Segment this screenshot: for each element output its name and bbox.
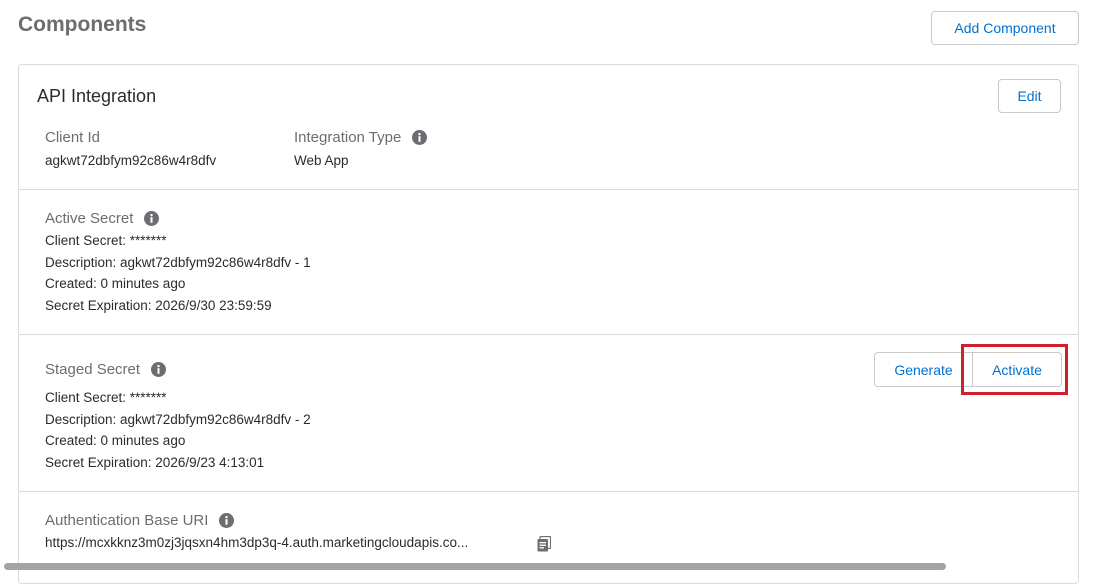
generate-button[interactable]: Generate xyxy=(874,352,973,387)
info-icon[interactable] xyxy=(219,513,235,528)
staged-created: Created: 0 minutes ago xyxy=(45,433,186,448)
page-title: Components xyxy=(18,13,147,36)
api-integration-card: API Integration Edit Client Id agkwt72db… xyxy=(18,64,1079,584)
add-component-button[interactable]: Add Component xyxy=(931,11,1079,45)
auth-base-uri-value: https://mcxkknz3m0zj3jqsxn4hm3dp3q-4.aut… xyxy=(45,535,469,550)
auth-base-uri-label: Authentication Base URI xyxy=(45,512,235,529)
staged-client-secret: Client Secret: ******* xyxy=(45,390,167,405)
horizontal-scrollbar[interactable] xyxy=(4,563,946,570)
client-id-value: agkwt72dbfym92c86w4r8dfv xyxy=(45,153,217,168)
info-icon[interactable] xyxy=(412,130,428,145)
active-client-secret: Client Secret: ******* xyxy=(45,233,167,248)
active-created: Created: 0 minutes ago xyxy=(45,276,186,291)
active-expiration: Secret Expiration: 2026/9/30 23:59:59 xyxy=(45,298,272,313)
client-id-label-text: Client Id xyxy=(45,129,101,146)
auth-base-uri-label-text: Authentication Base URI xyxy=(45,512,209,529)
edit-button[interactable]: Edit xyxy=(998,79,1061,113)
integration-type-label-text: Integration Type xyxy=(294,129,402,146)
integration-type-label: Integration Type xyxy=(294,129,428,146)
staged-description: Description: agkwt72dbfym92c86w4r8dfv - … xyxy=(45,412,311,427)
staged-secret-label-text: Staged Secret xyxy=(45,361,141,378)
integration-type-value: Web App xyxy=(294,153,349,168)
info-icon[interactable] xyxy=(144,211,160,226)
divider xyxy=(19,334,1078,335)
active-description: Description: agkwt72dbfym92c86w4r8dfv - … xyxy=(45,255,311,270)
activate-highlight-box xyxy=(961,344,1068,395)
divider xyxy=(19,189,1078,190)
active-secret-label-text: Active Secret xyxy=(45,210,134,227)
copy-icon[interactable] xyxy=(537,536,551,552)
info-icon[interactable] xyxy=(151,362,167,377)
staged-secret-label: Staged Secret xyxy=(45,361,167,378)
staged-expiration: Secret Expiration: 2026/9/23 4:13:01 xyxy=(45,455,265,470)
client-id-label: Client Id xyxy=(45,129,100,146)
active-secret-label: Active Secret xyxy=(45,210,160,227)
card-title: API Integration xyxy=(37,86,157,106)
divider xyxy=(19,491,1078,492)
